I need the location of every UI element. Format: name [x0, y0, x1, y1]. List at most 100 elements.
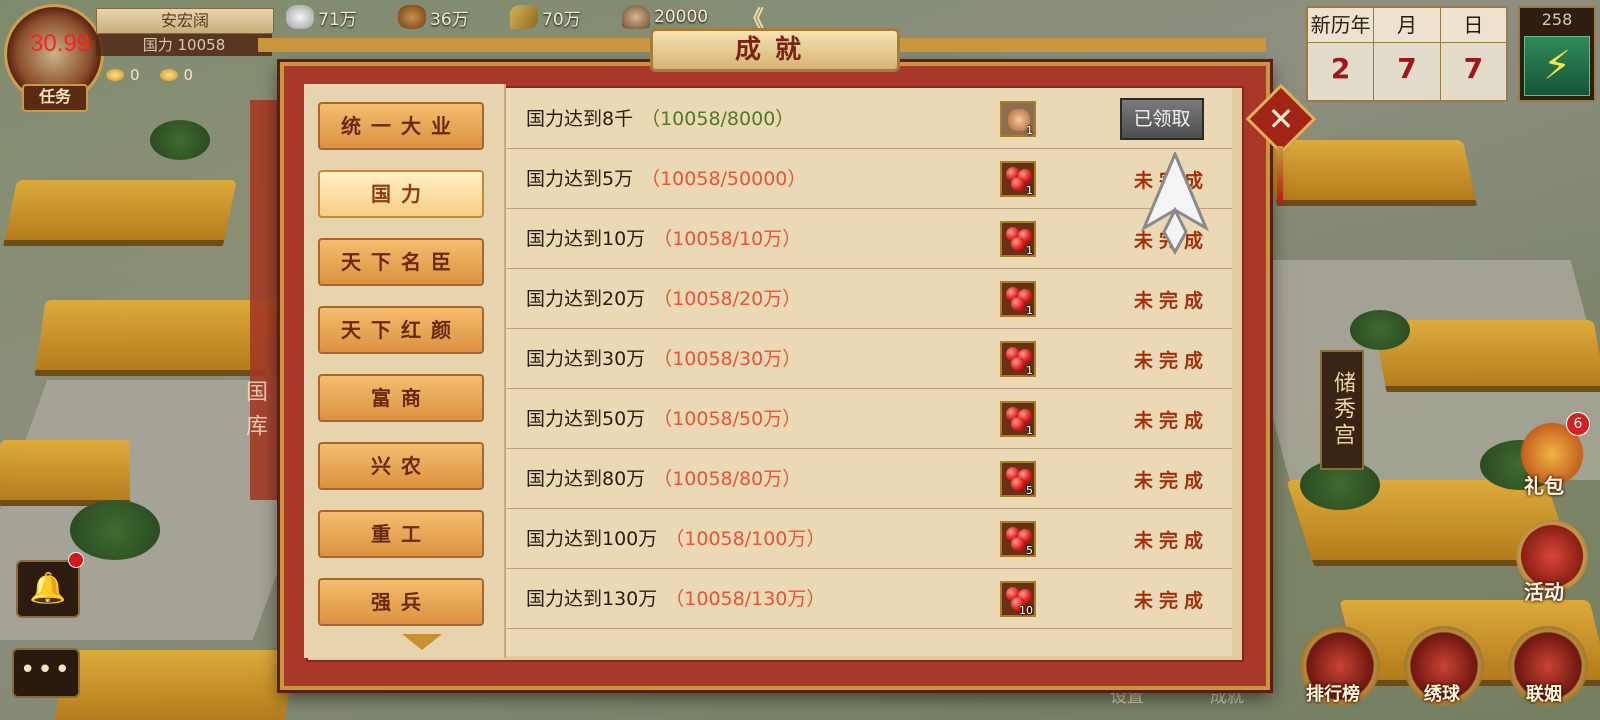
status-incomplete: 未完成 [1134, 290, 1210, 312]
tassel-decoration [1277, 146, 1283, 204]
bell-icon[interactable]: 🔔 [16, 560, 80, 618]
resource-troops[interactable]: 20000 [622, 5, 734, 29]
achievement-name: 国力达到100万 [526, 528, 658, 550]
achievement-row: 国力达到10万（10058/10万）1未完成 [506, 208, 1232, 269]
status-incomplete: 未完成 [1134, 590, 1210, 612]
achievement-progress: （10058/30万） [653, 348, 802, 370]
achievement-row: 国力达到5万（10058/50000）1未完成 [506, 148, 1232, 209]
achievement-row: 国力达到50万 （10058/50万） 1 未完成 [506, 388, 1232, 449]
achievement-name: 国力达到130万 [526, 588, 658, 610]
day-value: 7 [1440, 43, 1506, 100]
notification-dot [68, 552, 84, 568]
player-power: 国力 10058 [96, 34, 272, 56]
achievement-progress: （10058/20万） [653, 288, 802, 310]
achievement-progress: （10058/8000） [641, 108, 795, 130]
achievement-title: 国力达到5万 （10058/50000） [526, 164, 806, 191]
category-tab-agriculture[interactable]: 兴农 [318, 442, 484, 490]
chat-button[interactable]: ••• [12, 648, 80, 698]
achievement-row: 国力达到130万 （10058/130万） 10 未完成 [506, 568, 1232, 629]
achievement-title: 国力达到50万 （10058/50万） [526, 404, 801, 431]
year-label: 新历年 [1308, 8, 1374, 43]
achievement-name: 国力达到5万 [526, 168, 634, 190]
reward-gem-icon[interactable]: 10 [1000, 581, 1036, 617]
achievement-row: 国力达到20万 （10058/20万） 1 未完成 [506, 268, 1232, 329]
year-value: 2 [1308, 43, 1374, 100]
marriage-label: 联姻 [1526, 684, 1562, 705]
calendar-month: 月 7 [1374, 8, 1441, 100]
achievement-title: 国力达到80万 （10058/80万） [526, 464, 801, 491]
category-tab-ministers[interactable]: 天下名臣 [318, 238, 484, 286]
activity-label: 活动 [1524, 580, 1564, 604]
troops-value: 20000 [654, 7, 709, 27]
achievement-progress: （10058/80万） [653, 468, 802, 490]
achievement-row: 国力达到100万 （10058/100万） 5 未完成 [506, 508, 1232, 569]
grain-value: 70万 [542, 9, 581, 30]
achievement-progress: （10058/10万） [653, 228, 802, 250]
dialog-title: 成就 [650, 28, 900, 72]
achievement-title: 国力达到8千 （10058/8000） [526, 104, 794, 131]
month-value: 7 [1374, 43, 1440, 100]
chuxiu-palace-sign[interactable]: 储秀宫 [1320, 350, 1364, 470]
gem-icon [1011, 357, 1025, 371]
month-label: 月 [1374, 8, 1440, 43]
reward-quantity: 1 [1026, 244, 1033, 257]
silver-icon [286, 5, 314, 29]
achievement-title: 国力达到10万 （10058/10万） [526, 224, 801, 251]
category-tab-power[interactable]: 国力 [318, 170, 484, 218]
resource-silver[interactable]: 71万 [286, 5, 398, 30]
achievement-title: 国力达到20万 （10058/20万） [526, 284, 801, 311]
reward-gem-icon[interactable]: 1 [1000, 401, 1036, 437]
title-ornament-right [900, 38, 1266, 52]
reward-quantity: 5 [1026, 484, 1033, 497]
status-incomplete: 未完成 [1134, 530, 1210, 552]
achievement-name: 国力达到80万 [526, 468, 646, 490]
achievement-list[interactable]: 国力达到8千 （10058/8000） 1 已领取国力达到5万 （10058/50000… [506, 88, 1232, 656]
calendar-year: 新历年 2 [1308, 8, 1375, 100]
reward-gem-icon[interactable]: 1 [1000, 161, 1036, 197]
achievement-title: 国力达到100万 （10058/100万） [526, 524, 825, 551]
category-tab-military[interactable]: 强兵 [318, 578, 484, 626]
resource-food[interactable]: 36万 [398, 5, 510, 30]
reward-quantity: 1 [1026, 184, 1033, 197]
ingot-icon [159, 69, 178, 81]
achievement-row: 国力达到8千 （10058/8000） 1 已领取 [506, 88, 1232, 149]
soldier-icon [622, 5, 650, 29]
task-button[interactable]: 任务 [22, 84, 88, 112]
status-incomplete: 未完成 [1134, 350, 1210, 372]
reward-gem-icon[interactable]: 1 [1000, 341, 1036, 377]
energy-panel: 258 ⚡ [1518, 6, 1596, 102]
reward-quantity: 5 [1026, 544, 1033, 557]
reward-gem-icon[interactable]: 5 [1000, 521, 1036, 557]
category-tab-merchant[interactable]: 富商 [318, 374, 484, 422]
gift-badge: 6 [1566, 412, 1590, 436]
achievement-progress: （10058/130万） [665, 588, 826, 610]
achievement-progress: （10058/50万） [653, 408, 802, 430]
achievement-name: 国力达到20万 [526, 288, 646, 310]
achievement-name: 国力达到30万 [526, 348, 646, 370]
food-icon [398, 5, 426, 29]
category-tab-industry[interactable]: 重工 [318, 510, 484, 558]
scroll-down-arrow-icon[interactable] [402, 634, 442, 650]
lightning-icon[interactable]: ⚡ [1524, 36, 1590, 96]
gem-icon [1011, 417, 1025, 431]
game-calendar: 新历年 2 月 7 日 7 [1306, 6, 1508, 102]
achievement-name: 国力达到10万 [526, 228, 646, 250]
reward-gem-icon[interactable]: 1 [1000, 281, 1036, 317]
claimed-button[interactable]: 已领取 [1120, 98, 1204, 140]
status-incomplete: 未完成 [1134, 470, 1210, 492]
food-value: 36万 [430, 9, 469, 30]
reward-quantity: 1 [1026, 304, 1033, 317]
currency-row: 0 0 [106, 64, 193, 86]
achievement-progress: （10058/50000） [641, 168, 807, 190]
treasury-sign[interactable]: 国库 [236, 380, 272, 490]
reward-gem-icon[interactable]: 1 [1000, 221, 1036, 257]
category-tab-beauties[interactable]: 天下红颜 [318, 306, 484, 354]
resource-grain[interactable]: 70万 [510, 5, 622, 30]
embroidered-ball-label: 绣球 [1424, 684, 1460, 705]
title-ornament-left [258, 38, 650, 52]
reward-scroll-icon[interactable]: 1 [1000, 101, 1036, 137]
category-tab-unification[interactable]: 统一大业 [318, 102, 484, 150]
achievement-name: 国力达到8千 [526, 108, 634, 130]
status-incomplete: 未完成 [1134, 410, 1210, 432]
reward-gem-icon[interactable]: 5 [1000, 461, 1036, 497]
